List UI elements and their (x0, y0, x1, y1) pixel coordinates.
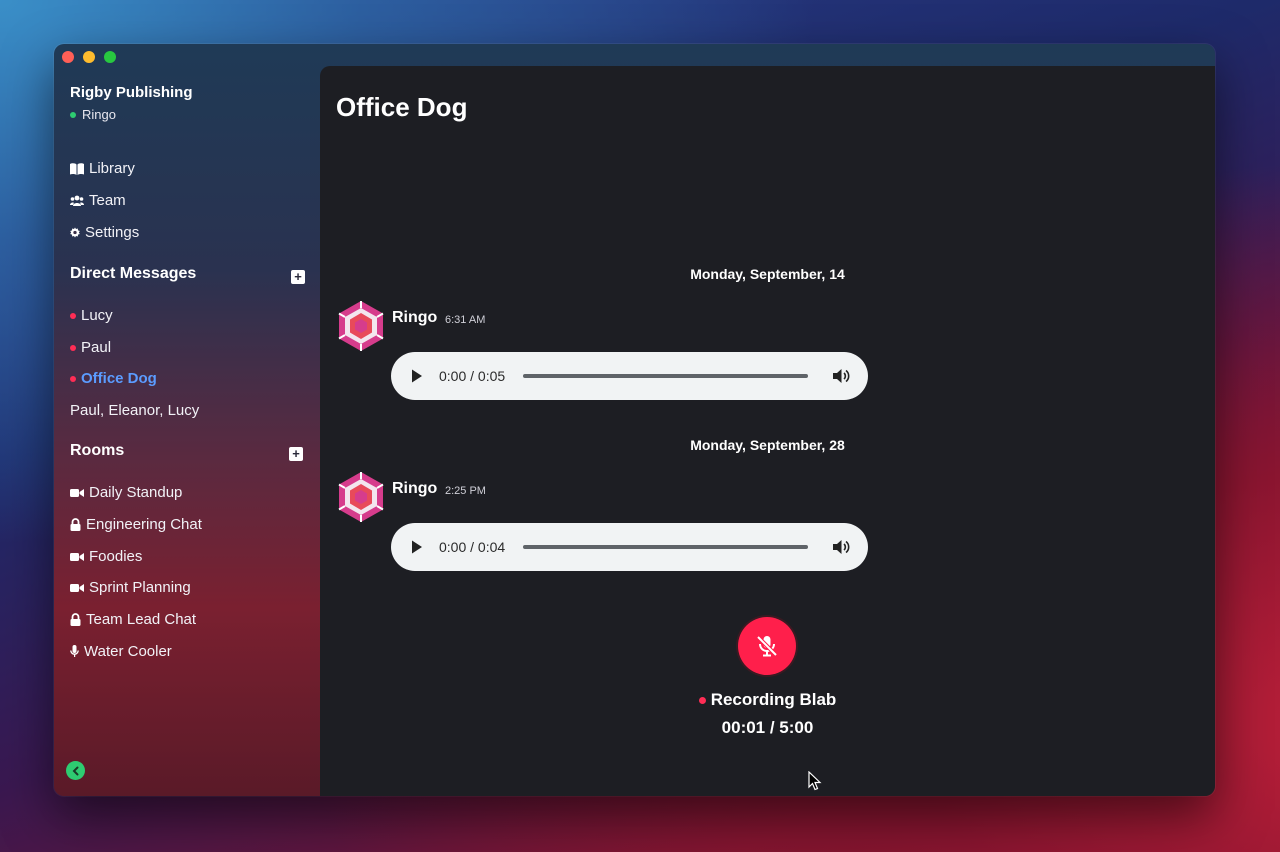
room-team-lead-chat[interactable]: Team Lead Chat (70, 611, 196, 628)
room-foodies[interactable]: Foodies (70, 548, 142, 565)
dm-item-group[interactable]: Paul, Eleanor, Lucy (70, 402, 199, 419)
current-user: Ringo (70, 107, 116, 122)
message-author: Ringo (392, 309, 438, 326)
message-timestamp: 2:25 PM (445, 485, 486, 497)
video-icon (70, 581, 84, 595)
dm-item-office-dog[interactable]: Office Dog (70, 370, 157, 387)
add-direct-message-button[interactable]: + (291, 270, 305, 284)
date-separator: Monday, September, 14 (690, 266, 845, 282)
dm-item-lucy[interactable]: Lucy (70, 307, 113, 324)
chevron-left-icon (71, 766, 81, 776)
workspace-name: Rigby Publishing (70, 84, 193, 101)
room-label: Daily Standup (89, 484, 183, 501)
nav-team[interactable]: Team (70, 192, 126, 209)
room-label: Water Cooler (84, 643, 172, 660)
add-room-button[interactable]: + (289, 447, 303, 461)
dm-item-label: Lucy (81, 307, 113, 324)
room-label: Foodies (89, 548, 143, 565)
room-label: Sprint Planning (89, 579, 191, 596)
video-icon (70, 550, 84, 564)
nav-settings-label: Settings (85, 224, 140, 241)
dm-item-label: Paul (81, 339, 112, 356)
avatar (336, 471, 386, 523)
recording-label: Recording Blab (710, 690, 837, 709)
mic-off-icon (754, 633, 780, 659)
room-water-cooler[interactable]: Water Cooler (70, 643, 172, 660)
room-label: Team Lead Chat (86, 611, 197, 628)
book-icon (70, 162, 84, 176)
offline-status-icon (70, 375, 76, 382)
offline-status-icon (70, 344, 76, 351)
recording-timer: 00:01 / 5:00 (721, 718, 814, 737)
mouse-cursor-icon (808, 770, 822, 796)
recording-status: Recording Blab (320, 690, 1215, 710)
play-icon[interactable] (411, 540, 425, 554)
audio-time: 0:00 / 0:04 (439, 539, 506, 555)
volume-icon[interactable] (832, 367, 850, 385)
audio-player[interactable]: 0:00 / 0:04 (391, 523, 868, 571)
users-icon (70, 194, 84, 208)
stop-recording-button[interactable] (738, 617, 796, 675)
page-title: Office Dog (336, 92, 468, 122)
nav-library-label: Library (89, 160, 135, 177)
nav-team-label: Team (89, 192, 126, 209)
room-label: Engineering Chat (86, 516, 202, 533)
collapse-sidebar-button[interactable] (66, 761, 85, 780)
play-icon[interactable] (411, 369, 425, 383)
video-icon (70, 486, 84, 500)
audio-progress-bar[interactable] (523, 374, 808, 378)
nav-library[interactable]: Library (70, 160, 135, 177)
audio-time: 0:00 / 0:05 (439, 368, 506, 384)
direct-messages-title: Direct Messages (70, 265, 197, 282)
app-window: Rigby Publishing Ringo Library Team Sett… (54, 44, 1215, 796)
volume-icon[interactable] (832, 538, 850, 556)
audio-progress-bar[interactable] (523, 545, 808, 549)
nav-settings[interactable]: Settings (70, 224, 139, 241)
date-separator: Monday, September, 28 (690, 437, 845, 453)
dm-item-paul[interactable]: Paul (70, 339, 111, 356)
message-author: Ringo (392, 480, 438, 497)
room-sprint-planning[interactable]: Sprint Planning (70, 579, 191, 596)
message-timestamp: 6:31 AM (445, 314, 486, 326)
lock-icon (70, 518, 81, 532)
lock-icon (70, 613, 81, 627)
room-daily-standup[interactable]: Daily Standup (70, 484, 182, 501)
offline-status-icon (70, 312, 76, 319)
dm-item-label: Office Dog (81, 370, 157, 387)
mic-icon (70, 645, 79, 659)
current-user-name: Ringo (82, 107, 116, 122)
rooms-title: Rooms (70, 442, 125, 459)
room-engineering-chat[interactable]: Engineering Chat (70, 516, 202, 533)
recording-indicator-icon (698, 696, 706, 704)
dm-item-label: Paul, Eleanor, Lucy (70, 402, 200, 419)
online-status-icon (70, 111, 76, 118)
audio-player[interactable]: 0:00 / 0:05 (391, 352, 868, 400)
gear-icon (70, 226, 80, 240)
conversation-panel: Office Dog Monday, September, 14 Ringo 6… (320, 66, 1215, 796)
avatar (336, 300, 386, 352)
sidebar: Rigby Publishing Ringo Library Team Sett… (54, 44, 319, 796)
